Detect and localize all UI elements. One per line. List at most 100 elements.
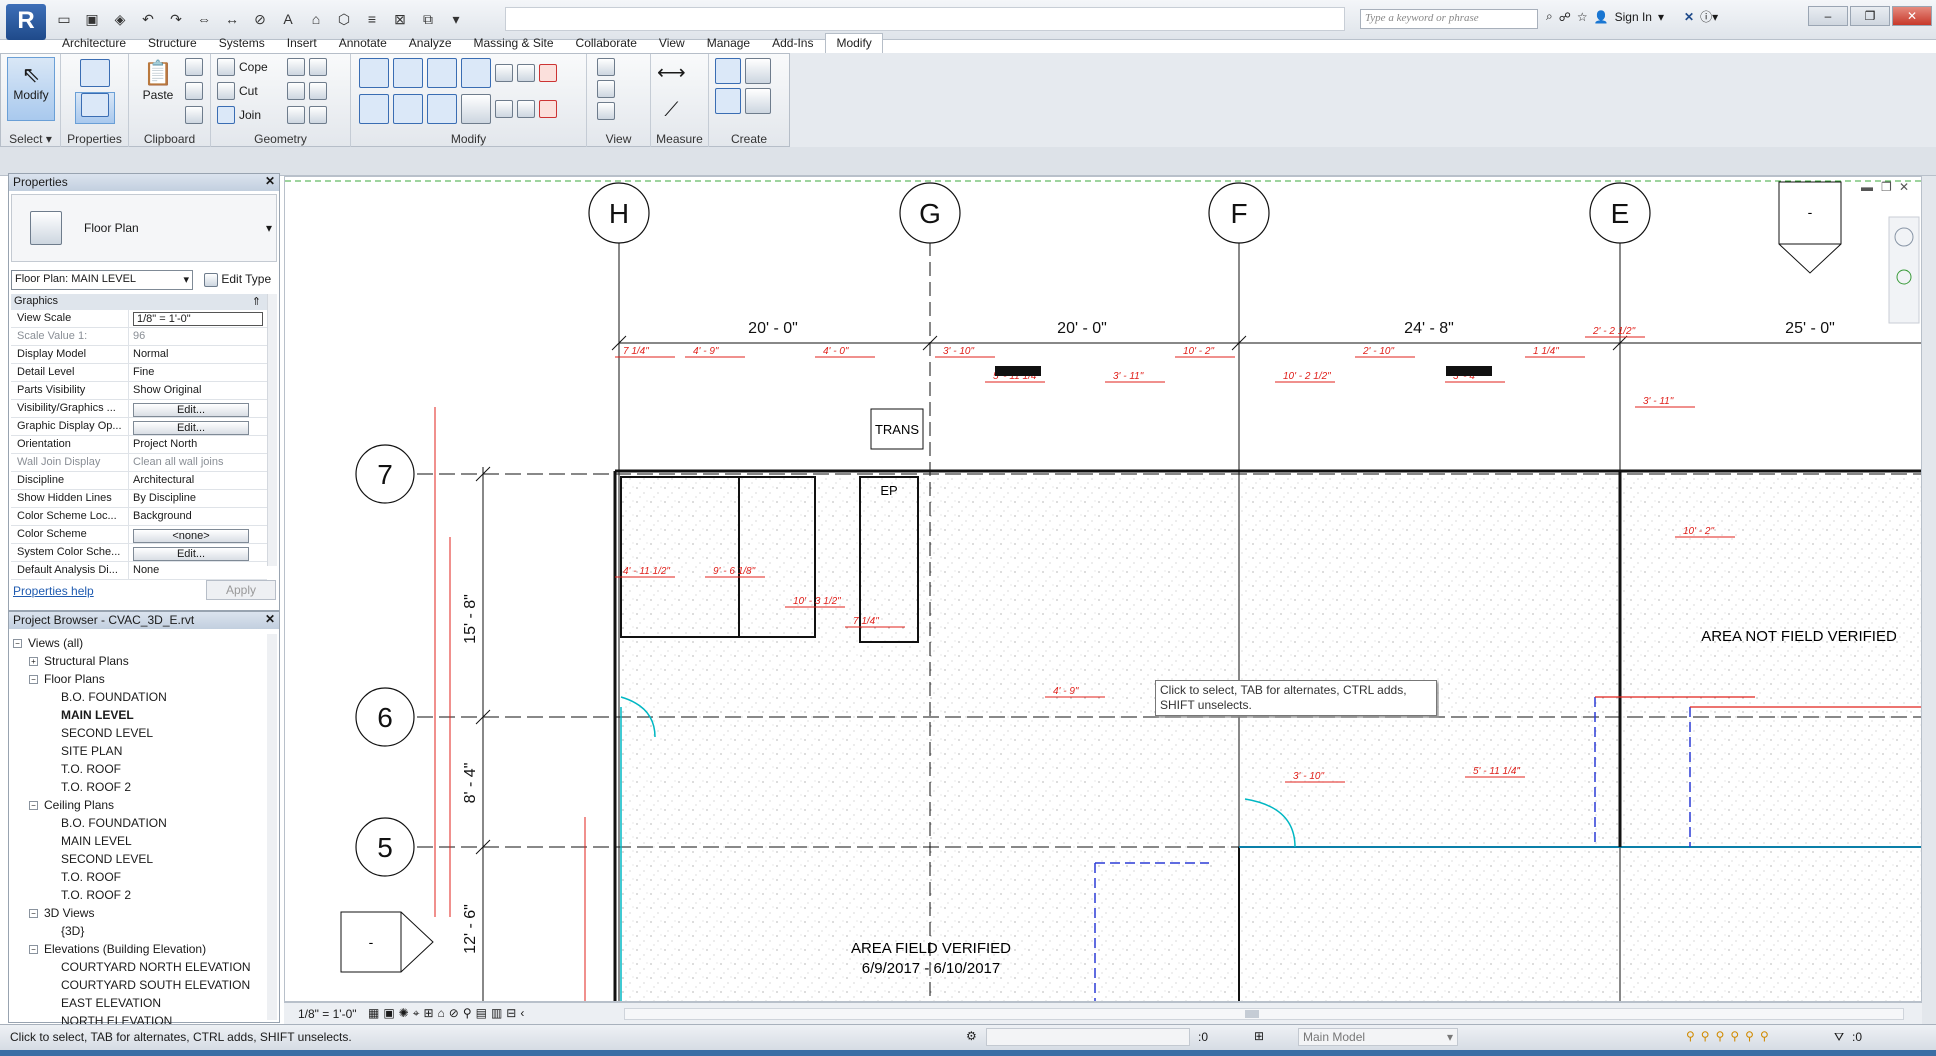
graphics-group-header[interactable]: Graphics ⇑ (11, 294, 267, 310)
property-value[interactable]: Fine (129, 364, 267, 381)
dimension-text[interactable]: 20' - 0" (1057, 320, 1107, 337)
paste-button[interactable]: 📋 Paste (137, 58, 179, 124)
red-dimension-text[interactable]: 10' - 2" (1183, 346, 1214, 357)
tree-node[interactable]: SECOND LEVEL (13, 724, 263, 742)
tree-node[interactable]: − Views (all) (13, 634, 263, 652)
favorites-icon[interactable]: ☆ (1577, 10, 1588, 24)
property-row[interactable]: Graphic Display Op... Edit... (11, 418, 267, 436)
design-option-dropdown[interactable]: Main Model ▾ (1298, 1028, 1458, 1046)
red-dimension-text[interactable]: 1 1/4" (1533, 346, 1559, 357)
switch-windows-icon[interactable]: ⧉ (416, 8, 440, 30)
red-dimension-text[interactable]: 2' - 2 1/2" (1592, 326, 1636, 337)
property-value[interactable]: Edit... (129, 400, 267, 417)
save-icon[interactable]: ▣ (80, 8, 104, 30)
elevation-marker[interactable] (340, 911, 434, 973)
view-controls-icons[interactable]: ▦▣✺⌖⊞⌂⊘⚲▤▥⊟‹ (368, 1006, 528, 1021)
tag-icon[interactable]: ⊘ (248, 8, 272, 30)
red-dimension-text[interactable]: 9' - 6 1/8" (713, 566, 756, 577)
tab-massing-site[interactable]: Massing & Site (464, 34, 564, 53)
red-dimension-text[interactable]: 3' - 10" (1293, 771, 1324, 782)
thin-lines-icon[interactable]: ≡ (360, 8, 384, 30)
worksets-icon[interactable]: ⚙ (966, 1029, 977, 1043)
expand-icon[interactable]: + (29, 656, 38, 666)
property-row[interactable]: Display Model Normal (11, 346, 267, 364)
dimension-text[interactable]: 15' - 8" (462, 594, 479, 644)
property-edit-button[interactable]: Edit... (133, 547, 249, 561)
tree-node[interactable]: −3D Views (13, 904, 263, 922)
tree-node[interactable]: T.O. ROOF 2 (13, 886, 263, 904)
dimension-text[interactable]: 12' - 6" (462, 904, 479, 954)
help-icon[interactable]: ⓘ▾ (1700, 8, 1718, 25)
text-icon[interactable]: A (276, 8, 300, 30)
tab-manage[interactable]: Manage (697, 34, 760, 53)
modify-tools-row-2[interactable] (359, 94, 557, 124)
property-row[interactable]: Orientation Project North (11, 436, 267, 454)
geometry-tools-row-3[interactable] (287, 106, 327, 124)
chevron-down-icon[interactable]: ▾ (1658, 10, 1664, 24)
property-row[interactable]: Wall Join Display Clean all wall joins (11, 454, 267, 472)
property-value[interactable]: Clean all wall joins (129, 454, 267, 471)
search-input[interactable]: Type a keyword or phrase (1360, 9, 1538, 29)
property-row[interactable]: Parts Visibility Show Original (11, 382, 267, 400)
property-row[interactable]: Color Scheme Loc... Background (11, 508, 267, 526)
geometry-tools-row-1[interactable] (287, 58, 327, 76)
tab-modify[interactable]: Modify (825, 33, 883, 53)
area-verified-dates[interactable]: 6/9/2017 - 6/10/2017 (862, 960, 1000, 977)
property-value[interactable]: Background (129, 508, 267, 525)
tree-node[interactable]: EAST ELEVATION (13, 994, 263, 1012)
edit-type-button[interactable]: Edit Type (202, 270, 278, 290)
tab-view[interactable]: View (649, 34, 695, 53)
property-row[interactable]: View Scale 1/8" = 1'-0" (11, 310, 267, 328)
tree-node[interactable]: MAIN LEVEL (13, 832, 263, 850)
create-tools[interactable] (715, 58, 781, 114)
tree-node[interactable]: T.O. ROOF 2 (13, 778, 263, 796)
navigation-bar[interactable] (1888, 216, 1920, 324)
property-edit-button[interactable]: Edit... (133, 403, 249, 417)
sync-icon[interactable]: ◈ (108, 8, 132, 30)
tab-annotate[interactable]: Annotate (329, 34, 397, 53)
tab-structure[interactable]: Structure (138, 34, 207, 53)
tab-systems[interactable]: Systems (209, 34, 275, 53)
cut-button[interactable]: Cut (217, 82, 258, 100)
tree-node[interactable]: MAIN LEVEL (13, 706, 263, 724)
browser-scrollbar[interactable] (267, 634, 277, 1020)
red-dimension-text[interactable]: 4' - 0" (823, 346, 849, 357)
workset-dropdown[interactable] (986, 1028, 1190, 1046)
property-value[interactable]: Normal (129, 346, 267, 363)
red-dimension-text[interactable]: 3' - 11" (1643, 396, 1674, 407)
red-dimension-text[interactable]: 5' - 11 1/4" (1473, 766, 1520, 777)
red-dimension-text[interactable]: 4' - 9" (1053, 686, 1079, 697)
cope-button[interactable]: Cope (217, 58, 268, 76)
collapse-icon[interactable]: − (29, 800, 38, 810)
property-value[interactable]: Edit... (129, 544, 267, 561)
cut-clip-button[interactable] (185, 58, 203, 76)
tree-node[interactable]: {3D} (13, 922, 263, 940)
measure-icon[interactable]: ⇔ (192, 8, 216, 30)
property-value[interactable]: Edit... (129, 418, 267, 435)
collapse-icon[interactable]: − (29, 944, 38, 954)
tree-node[interactable]: SITE PLAN (13, 742, 263, 760)
close-hidden-icon[interactable]: ⊠ (388, 8, 412, 30)
view-tools[interactable] (597, 58, 615, 120)
property-row[interactable]: Detail Level Fine (11, 364, 267, 382)
property-row[interactable]: Discipline Architectural (11, 472, 267, 490)
red-dimension-text[interactable]: 2' - 10" (1362, 346, 1394, 357)
subscription-icon[interactable]: ☍ (1559, 10, 1571, 24)
dimension-text[interactable]: 20' - 0" (748, 320, 798, 337)
property-value[interactable]: 96 (129, 328, 267, 345)
modify-button[interactable]: ⇖ Modify (7, 57, 55, 121)
collapse-icon[interactable]: − (13, 638, 22, 648)
red-dimension-text[interactable]: 3' - 11" (1113, 371, 1144, 382)
property-value[interactable]: None (129, 562, 267, 579)
customize-toolbar-icon[interactable]: ▾ (444, 8, 468, 30)
red-dimension-text[interactable]: 7 1/4" (623, 346, 649, 357)
apply-button[interactable]: Apply (206, 580, 276, 600)
properties-scrollbar[interactable] (267, 294, 277, 566)
filter-icon[interactable]: ⛛ (1834, 1030, 1844, 1045)
property-value[interactable]: Architectural (129, 472, 267, 489)
collapse-icon[interactable]: − (29, 908, 38, 918)
design-options-icon[interactable]: ⊞ (1254, 1029, 1264, 1043)
dimension-text[interactable]: 8' - 4" (462, 763, 479, 804)
close-icon[interactable]: ✕ (265, 612, 275, 626)
selection-filter-icons[interactable]: ⚲⚲⚲⚲⚲⚲ (1686, 1029, 1775, 1043)
